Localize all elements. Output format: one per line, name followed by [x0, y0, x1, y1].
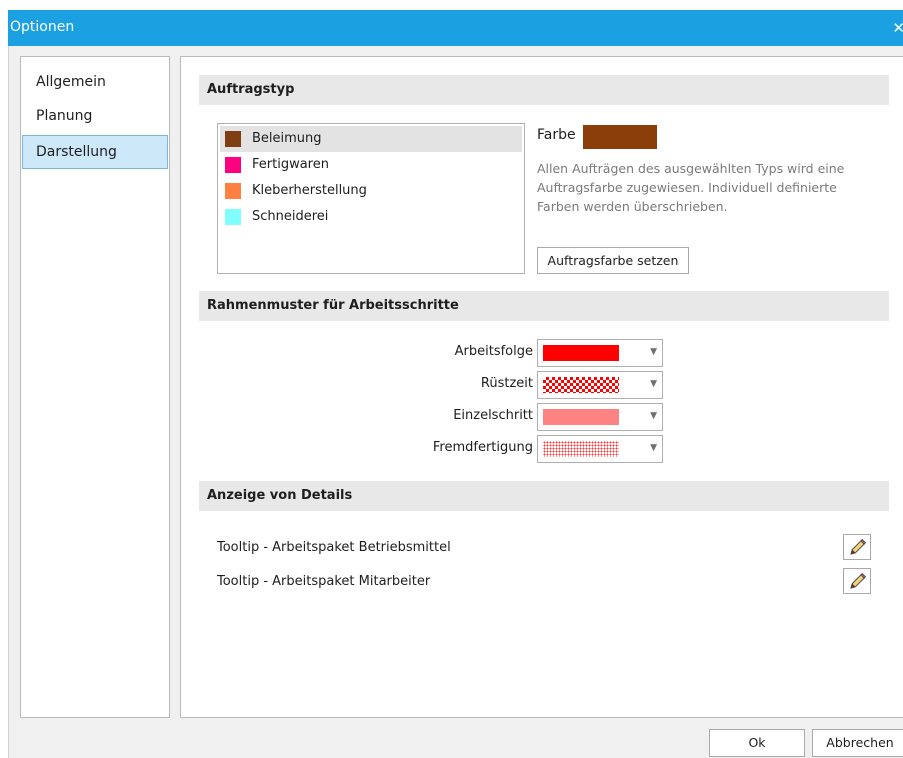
- pattern-row-ruestzeit: Rüstzeit ▼: [181, 370, 903, 400]
- list-item-label: Schneiderei: [252, 209, 329, 224]
- color-swatch: [225, 131, 241, 147]
- sidebar-item-darstellung[interactable]: Darstellung: [22, 135, 168, 169]
- chevron-down-icon: ▼: [650, 347, 657, 357]
- pattern-select-fremdfertigung[interactable]: ▼: [537, 435, 663, 463]
- pattern-select-ruestzeit[interactable]: ▼: [537, 371, 663, 399]
- pattern-select-einzelschritt[interactable]: ▼: [537, 403, 663, 431]
- chevron-down-icon: ▼: [650, 411, 657, 421]
- sidebar: Allgemein Planung Darstellung: [20, 56, 170, 718]
- close-icon[interactable]: ✕: [892, 19, 903, 37]
- pattern-row-einzelschritt: Einzelschritt ▼: [181, 402, 903, 432]
- color-swatch: [225, 157, 241, 173]
- sidebar-item-label: Planung: [36, 108, 93, 124]
- cancel-button[interactable]: Abbrechen: [812, 729, 903, 757]
- sidebar-item-label: Allgemein: [36, 74, 106, 90]
- pattern-label: Rüstzeit: [480, 376, 533, 391]
- chevron-down-icon: ▼: [650, 379, 657, 389]
- detail-label: Tooltip - Arbeitspaket Mitarbeiter: [217, 574, 431, 589]
- section-header-rahmenmuster: Rahmenmuster für Arbeitsschritte: [199, 291, 889, 321]
- pencil-icon: [850, 572, 867, 589]
- detail-label: Tooltip - Arbeitspaket Betriebsmittel: [217, 540, 451, 555]
- list-item[interactable]: Kleberherstellung: [220, 178, 522, 204]
- pattern-label: Einzelschritt: [453, 408, 533, 423]
- detail-row-betriebsmittel: Tooltip - Arbeitspaket Betriebsmittel: [217, 534, 903, 562]
- pattern-preview: [543, 409, 619, 425]
- set-order-color-button[interactable]: Auftragsfarbe setzen: [537, 247, 689, 274]
- list-item-label: Beleimung: [252, 131, 322, 146]
- color-swatch: [225, 209, 241, 225]
- list-item-label: Fertigwaren: [252, 157, 329, 172]
- order-type-list[interactable]: Beleimung Fertigwaren Kleberherstellung …: [217, 123, 525, 274]
- pattern-row-fremdfertigung: Fremdfertigung ▼: [181, 434, 903, 464]
- pattern-preview: [543, 377, 619, 393]
- list-item[interactable]: Beleimung: [220, 126, 522, 152]
- pattern-preview: [543, 441, 619, 457]
- sidebar-item-planung[interactable]: Planung: [22, 99, 168, 133]
- detail-row-mitarbeiter: Tooltip - Arbeitspaket Mitarbeiter: [217, 568, 903, 596]
- pattern-row-arbeitsfolge: Arbeitsfolge ▼: [181, 338, 903, 368]
- pattern-label: Fremdfertigung: [432, 440, 533, 455]
- title-bar: Optionen ✕: [8, 10, 903, 46]
- options-dialog: Allgemein Planung Darstellung Auftragsty…: [8, 46, 903, 758]
- edit-tooltip-button[interactable]: [843, 534, 871, 560]
- sidebar-item-allgemein[interactable]: Allgemein: [22, 65, 168, 99]
- pattern-preview: [543, 345, 619, 361]
- pattern-select-arbeitsfolge[interactable]: ▼: [537, 339, 663, 367]
- ok-button[interactable]: Ok: [709, 729, 805, 757]
- section-header-auftragstyp: Auftragstyp: [199, 75, 889, 105]
- color-picker[interactable]: [583, 125, 657, 149]
- sidebar-item-label: Darstellung: [36, 144, 117, 160]
- window-title: Optionen: [10, 19, 75, 35]
- color-label: Farbe: [537, 127, 576, 143]
- pencil-icon: [850, 538, 867, 555]
- list-item[interactable]: Fertigwaren: [220, 152, 522, 178]
- section-header-details: Anzeige von Details: [199, 481, 889, 511]
- pattern-label: Arbeitsfolge: [454, 344, 533, 359]
- list-item[interactable]: Schneiderei: [220, 204, 522, 230]
- color-description: Allen Aufträgen des ausgewählten Typs wi…: [537, 161, 845, 214]
- chevron-down-icon: ▼: [650, 443, 657, 453]
- settings-panel: Auftragstyp Beleimung Fertigwaren Kleber…: [180, 56, 903, 718]
- color-swatch: [225, 183, 241, 199]
- list-item-label: Kleberherstellung: [252, 183, 367, 198]
- edit-tooltip-button[interactable]: [843, 568, 871, 594]
